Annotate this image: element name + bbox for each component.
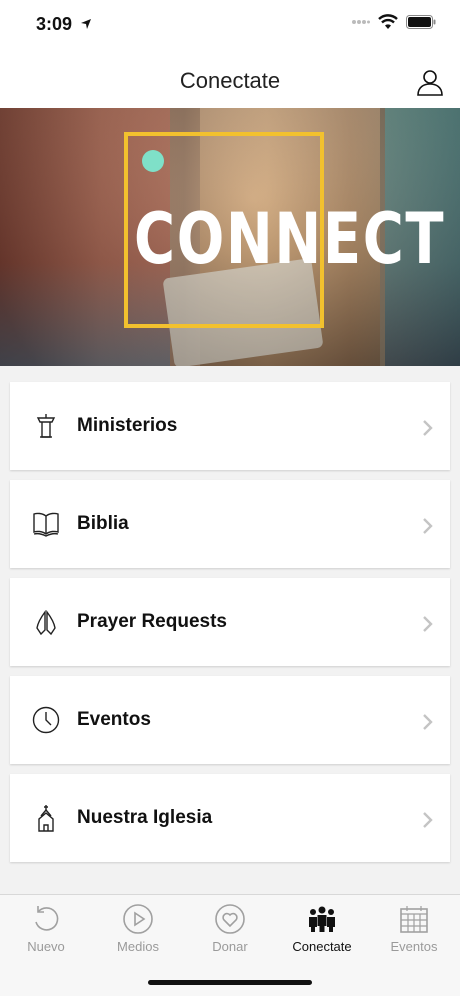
menu-item-label: Eventos [77,709,151,730]
chevron-right-icon [423,518,433,534]
menu-item-label: Biblia [77,513,129,534]
tab-label: Conectate [292,939,352,954]
tab-medios[interactable]: Medios [92,903,184,963]
chevron-right-icon [423,420,433,436]
tab-label: Nuevo [27,939,65,954]
tab-nuevo[interactable]: Nuevo [0,903,92,963]
refresh-icon [35,906,59,931]
heart-icon [215,904,245,934]
menu-item-eventos[interactable]: Eventos [10,676,450,764]
menu-item-nuestra-iglesia[interactable]: Nuestra Iglesia [10,774,450,862]
battery-icon [406,15,436,29]
connect-banner: CONNECT [0,108,460,366]
banner-text: CONNECT [134,198,446,280]
tab-eventos[interactable]: Eventos [368,903,460,963]
pulpit-icon [36,414,56,438]
people-icon [309,906,335,932]
calendar-icon [400,906,428,933]
location-arrow-icon [81,19,91,29]
play-icon [123,904,153,934]
menu-item-prayer-requests[interactable]: Prayer Requests [10,578,450,666]
menu-item-biblia[interactable]: Biblia [10,480,450,568]
chevron-right-icon [423,812,433,828]
menu-item-ministerios[interactable]: Ministerios [10,382,450,470]
banner-dot [142,150,164,172]
tab-label: Medios [117,939,159,954]
wifi-icon [378,14,398,29]
menu-item-label: Ministerios [77,415,178,436]
navigation-bar: Conectate [0,50,460,108]
menu-item-label: Prayer Requests [77,611,227,632]
tab-donar[interactable]: Donar [184,903,276,963]
tab-conectate[interactable]: Conectate [276,903,368,963]
chevron-right-icon [423,616,433,632]
status-time: 3:09 [36,14,73,34]
bible-icon [33,512,59,537]
profile-icon[interactable] [416,68,444,96]
chevron-right-icon [423,714,433,730]
tab-label: Eventos [390,939,438,954]
praying-hands-icon [36,609,56,636]
menu-item-label: Nuestra Iglesia [77,807,213,828]
signal-icon [352,20,370,24]
status-indicators [352,14,436,30]
connect-menu-list: Ministerios Biblia Prayer Requests Event… [10,382,450,872]
status-bar: 3:09 [0,0,460,50]
clock-icon [32,706,60,734]
church-icon [38,805,54,832]
home-indicator[interactable] [148,980,312,985]
page-title: Conectate [179,68,281,93]
tab-label: Donar [212,939,248,954]
